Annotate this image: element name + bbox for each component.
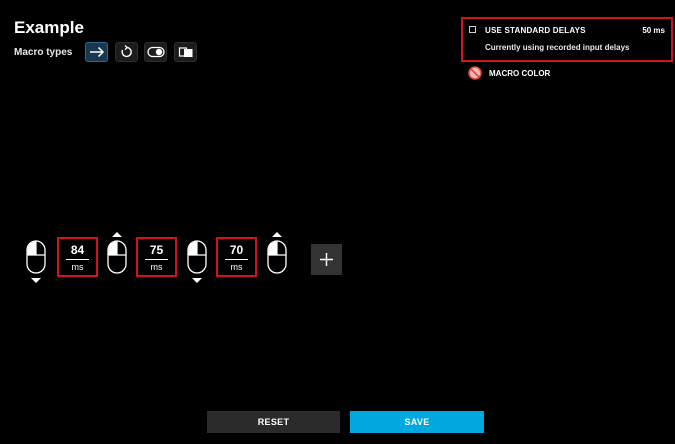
left-click-mouse-icon[interactable] [267, 240, 287, 274]
delay-field[interactable]: 84 ms [57, 237, 98, 277]
delay-field[interactable]: 70 ms [216, 237, 257, 277]
save-button[interactable]: SAVE [350, 411, 484, 433]
delay-unit: ms [230, 262, 243, 272]
macro-types-label: Macro types [14, 47, 73, 58]
reset-button[interactable]: RESET [207, 411, 340, 433]
key-up-arrow-icon [112, 232, 122, 237]
delay-divider [66, 259, 89, 260]
delay-value: 70 [229, 243, 244, 257]
delay-unit: ms [71, 262, 84, 272]
delay-value: 84 [70, 243, 85, 257]
delay-divider [145, 259, 168, 260]
left-click-mouse-icon[interactable] [187, 240, 207, 274]
standard-delays-label[interactable]: USE STANDARD DELAYS [485, 26, 586, 35]
standard-delays-value[interactable]: 50 ms [642, 26, 665, 35]
standard-delays-panel [461, 17, 673, 62]
macro-type-repeat-button[interactable] [115, 42, 138, 62]
macro-type-toggle-button[interactable] [144, 42, 167, 62]
loop-icon [120, 45, 132, 58]
no-color-icon[interactable] [468, 66, 482, 80]
toggle-icon [146, 46, 165, 58]
delay-divider [225, 259, 248, 260]
left-click-mouse-icon[interactable] [26, 240, 46, 274]
delay-field[interactable]: 75 ms [136, 237, 177, 277]
add-event-button[interactable] [311, 244, 342, 275]
left-click-mouse-icon[interactable] [107, 240, 127, 274]
key-up-arrow-icon [272, 232, 282, 237]
macro-type-sequence-button[interactable] [174, 42, 197, 62]
standard-delays-checkbox[interactable] [469, 26, 476, 33]
delay-unit: ms [150, 262, 163, 272]
key-down-arrow-icon [31, 278, 41, 283]
page-title: Example [14, 18, 84, 37]
delay-value: 75 [149, 243, 164, 257]
macro-type-no-repeat-button[interactable] [85, 42, 108, 62]
arrow-right-icon [89, 46, 104, 58]
macro-color-label[interactable]: MACRO COLOR [489, 69, 550, 78]
key-down-arrow-icon [192, 278, 202, 283]
sequence-icon [178, 47, 192, 57]
plus-icon [320, 253, 333, 266]
standard-delays-status: Currently using recorded input delays [485, 43, 630, 52]
